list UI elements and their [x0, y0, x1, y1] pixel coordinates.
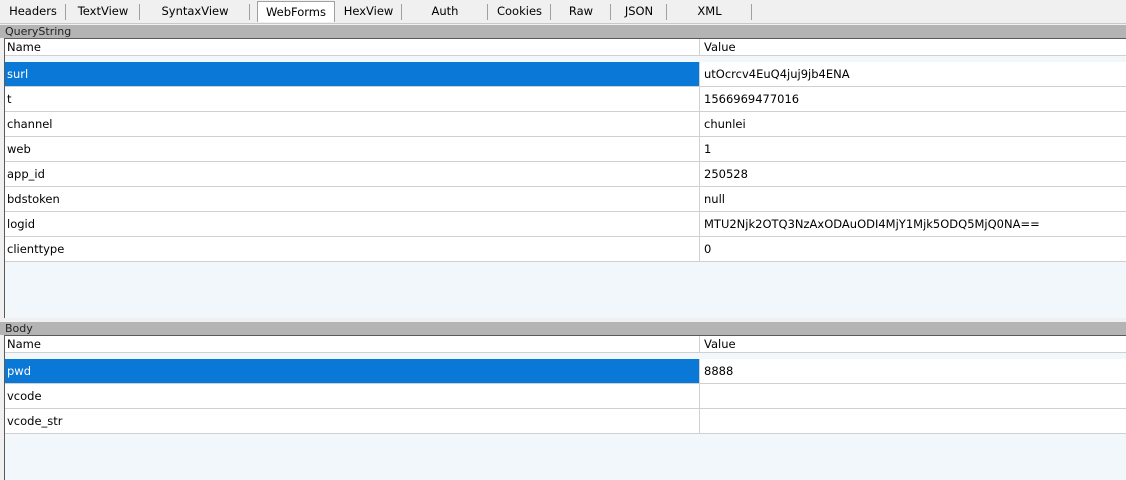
table-row[interactable]: logid MTU2Njk2OTQ3NzAxODAuODI4MjY1Mjk5OD…: [5, 212, 1126, 237]
tab-auth[interactable]: Auth: [402, 2, 488, 22]
param-value: 0: [704, 242, 712, 256]
param-name: clienttype: [5, 237, 700, 261]
param-value: 1: [704, 142, 712, 156]
param-value: MTU2Njk2OTQ3NzAxODAuODI4MjY1Mjk5ODQ5MjQ0…: [704, 217, 1040, 231]
table-row[interactable]: bdstoken null: [5, 187, 1126, 212]
param-name: web: [5, 137, 700, 161]
table-row[interactable]: vcode: [5, 384, 1126, 409]
table-row[interactable]: surl utOcrcv4EuQ4juj9jb4ENA: [5, 62, 1126, 87]
param-name: channel: [5, 112, 700, 136]
table-row[interactable]: t 1566969477016: [5, 87, 1126, 112]
param-value: [700, 409, 1126, 433]
tab-textview[interactable]: TextView: [66, 2, 140, 22]
param-value: 250528: [704, 167, 748, 181]
table-row[interactable]: app_id 250528: [5, 162, 1126, 187]
tab-syntaxview[interactable]: SyntaxView: [140, 2, 250, 22]
param-value: 1566969477016: [704, 92, 800, 106]
column-header-value[interactable]: Value: [700, 336, 1126, 352]
tab-raw[interactable]: Raw: [551, 2, 611, 22]
param-name: logid: [5, 212, 700, 236]
param-name: vcode: [5, 384, 700, 408]
table-row[interactable]: pwd 8888: [5, 359, 1126, 384]
param-name: surl: [5, 62, 700, 86]
table-row[interactable]: clienttype 0: [5, 237, 1126, 262]
param-name: pwd: [5, 359, 700, 383]
querystring-grid[interactable]: Name Value surl utOcrcv4EuQ4juj9jb4ENA t…: [4, 38, 1126, 318]
param-name: t: [5, 87, 700, 111]
table-row[interactable]: channel chunlei: [5, 112, 1126, 137]
table-row[interactable]: vcode_str: [5, 409, 1126, 434]
body-grid-header: Name Value: [5, 336, 1126, 353]
param-name: app_id: [5, 162, 700, 186]
param-value: null: [704, 192, 725, 206]
tab-cookies[interactable]: Cookies: [488, 2, 551, 22]
param-name: vcode_str: [5, 409, 700, 433]
param-value: chunlei: [704, 117, 746, 131]
tab-hexview[interactable]: HexView: [335, 2, 402, 22]
column-header-name[interactable]: Name: [5, 39, 700, 55]
column-header-name[interactable]: Name: [5, 336, 700, 352]
column-header-value[interactable]: Value: [700, 39, 1126, 55]
body-grid[interactable]: Name Value pwd 8888 vcode vcode_str: [4, 335, 1126, 480]
param-value: [700, 384, 1126, 408]
table-row[interactable]: web 1: [5, 137, 1126, 162]
tab-xml[interactable]: XML: [667, 2, 752, 22]
param-value: 8888: [704, 364, 734, 378]
querystring-grid-header: Name Value: [5, 39, 1126, 56]
tab-webforms[interactable]: WebForms: [257, 1, 335, 22]
tab-headers[interactable]: Headers: [0, 2, 66, 22]
param-value: utOcrcv4EuQ4juj9jb4ENA: [704, 67, 850, 81]
tab-json[interactable]: JSON: [611, 2, 667, 22]
inspector-tab-bar: Headers TextView SyntaxView WebForms Hex…: [0, 0, 1126, 24]
body-section-title: Body: [0, 322, 1126, 335]
querystring-section-title: QueryString: [0, 25, 1126, 38]
param-name: bdstoken: [5, 187, 700, 211]
